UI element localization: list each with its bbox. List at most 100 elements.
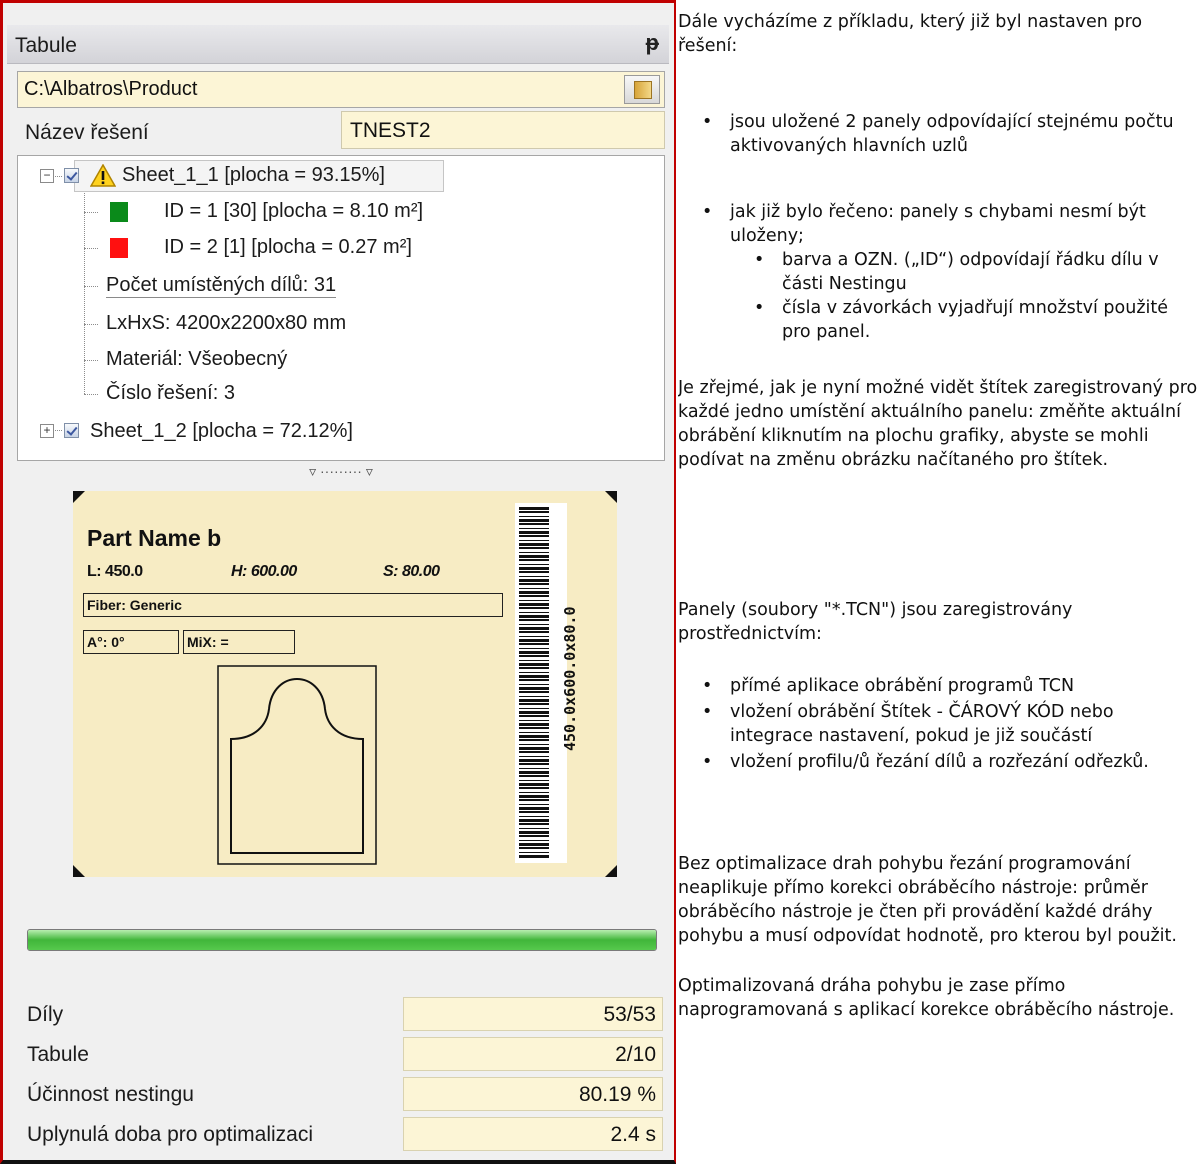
splitter-handle[interactable]: ▿ ········· ▿ <box>17 463 665 483</box>
barcode-bar <box>519 600 549 601</box>
barcode-bar <box>519 643 549 645</box>
stat-label-elapsed: Uplynulá doba pro optimalizaci <box>27 1123 313 1146</box>
barcode-bar <box>519 547 549 549</box>
label-length: L: 450.0 <box>87 563 143 580</box>
tree-item-part2[interactable]: ID = 2 [1] [plocha = 0.27 m²] <box>164 236 412 259</box>
path-field[interactable]: C:\Albatros\Product <box>17 71 665 108</box>
part1-color-swatch <box>110 202 128 222</box>
corner-marker <box>605 865 617 877</box>
barcode-bar <box>519 511 549 513</box>
label-preview[interactable]: Part Name b L: 450.0 H: 600.00 S: 80.00 … <box>73 491 617 877</box>
help-text: Dále vycházíme z příkladu, který již byl… <box>678 10 1204 1160</box>
doc-bullet-errors: jak již bylo řečeno: panely s chybami ne… <box>702 200 1200 248</box>
barcode-bar <box>519 823 549 825</box>
barcode-bar <box>519 847 549 849</box>
barcode-bar <box>519 744 549 745</box>
solution-tree[interactable]: − Sheet_1_1 [plocha = 93.15%] ID = 1 [30… <box>17 155 665 461</box>
folder-icon <box>634 81 652 99</box>
barcode-text: 450.0x600.0x80.0 <box>561 606 579 752</box>
barcode-bar <box>519 771 549 774</box>
pin-icon[interactable]: ᵽ <box>646 30 659 56</box>
label-height: H: 600.00 <box>231 563 297 580</box>
barcode-bar <box>519 835 549 837</box>
tree-item-placed-parts[interactable]: Počet umístěných dílů: 31 <box>106 274 337 298</box>
barcode-bar <box>519 799 549 801</box>
barcode-bar <box>519 595 549 597</box>
expand-icon[interactable]: + <box>40 424 54 438</box>
barcode-bar <box>519 516 549 517</box>
label-angle-field: A°: 0° <box>83 630 179 654</box>
corner-marker <box>605 491 617 503</box>
doc-bullet-saved-panels: jsou uložené 2 panely odpovídající stejn… <box>702 110 1200 158</box>
label-fiber: Fiber: Generic <box>87 597 182 613</box>
tree-item-solution-number[interactable]: Číslo řešení: 3 <box>106 382 235 405</box>
barcode-bar <box>519 711 549 714</box>
solution-name-value: TNEST2 <box>350 119 431 142</box>
barcode <box>515 503 567 863</box>
barcode-bar <box>519 624 549 625</box>
panel-title: Tabule <box>15 34 77 57</box>
collapse-icon[interactable]: − <box>40 169 54 183</box>
label-thickness: S: 80.00 <box>383 563 440 580</box>
tree-item-sheet2[interactable]: Sheet_1_2 [plocha = 72.12%] <box>90 420 353 443</box>
label-part-name: Part Name b <box>87 525 222 551</box>
barcode-bar <box>519 723 549 726</box>
stat-value-sheets: 2/10 <box>615 1043 656 1066</box>
tree-item-part1[interactable]: ID = 1 [30] [plocha = 8.10 m²] <box>164 200 423 223</box>
barcode-bar <box>519 660 549 661</box>
barcode-bar <box>519 639 549 642</box>
barcode-bar <box>519 739 549 741</box>
barcode-bar <box>519 816 549 817</box>
tree-item-dimensions[interactable]: LxHxS: 4200x2200x80 mm <box>106 312 346 335</box>
barcode-bar <box>519 535 549 537</box>
stat-label-sheets: Tabule <box>27 1043 89 1066</box>
corner-marker <box>73 491 85 503</box>
barcode-bar <box>519 651 549 654</box>
tree-connector <box>84 190 85 394</box>
barcode-bar <box>519 727 549 729</box>
barcode-bar <box>519 619 549 621</box>
barcode-bar <box>519 732 549 733</box>
barcode-bar <box>519 612 549 613</box>
barcode-bar <box>519 787 549 789</box>
solution-name-label: Název řešení <box>25 121 149 144</box>
doc-bullet-profile: vložení profilu/ů řezání dílů a rozřezán… <box>702 750 1200 774</box>
stat-box-parts: 53/53 <box>403 997 663 1031</box>
doc-intro: Dále vycházíme z příkladu, který již byl… <box>678 12 1143 56</box>
barcode-bar <box>519 759 549 762</box>
solution-name-input[interactable]: TNEST2 <box>341 111 665 149</box>
barcode-bar <box>519 555 549 558</box>
barcode-bar <box>519 691 549 693</box>
barcode-bar <box>519 756 549 757</box>
barcode-bar <box>519 763 549 765</box>
barcode-bar <box>519 775 549 777</box>
barcode-bar <box>519 540 549 541</box>
barcode-bar <box>519 708 549 709</box>
barcode-bar <box>519 804 549 805</box>
barcode-bar <box>519 583 549 585</box>
stat-value-elapsed: 2.4 s <box>610 1123 656 1146</box>
barcode-bar <box>519 675 549 678</box>
warning-icon <box>90 164 116 187</box>
doc-bullet-barcode: vložení obrábění Štítek - ČÁROVÝ KÓD neb… <box>702 700 1200 748</box>
barcode-bar <box>519 811 549 813</box>
barcode-bar <box>519 528 549 529</box>
browse-folder-button[interactable] <box>624 75 660 104</box>
barcode-bar <box>519 591 549 594</box>
barcode-bar <box>519 531 549 534</box>
progress-fill <box>28 930 656 950</box>
tree-item-sheet1[interactable]: Sheet_1_1 [plocha = 93.15%] <box>122 164 385 187</box>
corner-marker <box>73 865 85 877</box>
tree-connector <box>84 394 98 395</box>
barcode-bar <box>519 699 549 702</box>
sheet2-checkbox[interactable] <box>64 423 79 438</box>
doc-paragraph-label: Je zřejmé, jak je nyní možné vidět štíte… <box>678 378 1198 470</box>
barcode-bar <box>519 571 549 573</box>
doc-paragraph-registration: Panely (soubory "*.TCN") jsou zaregistro… <box>678 600 1073 644</box>
stat-value-efficiency: 80.19 % <box>578 1083 656 1106</box>
barcode-bar <box>519 607 549 609</box>
barcode-bar <box>519 795 549 798</box>
tree-item-material[interactable]: Materiál: Všeobecný <box>106 348 287 371</box>
tree-connector <box>84 212 98 213</box>
sheet1-checkbox[interactable] <box>64 168 79 183</box>
